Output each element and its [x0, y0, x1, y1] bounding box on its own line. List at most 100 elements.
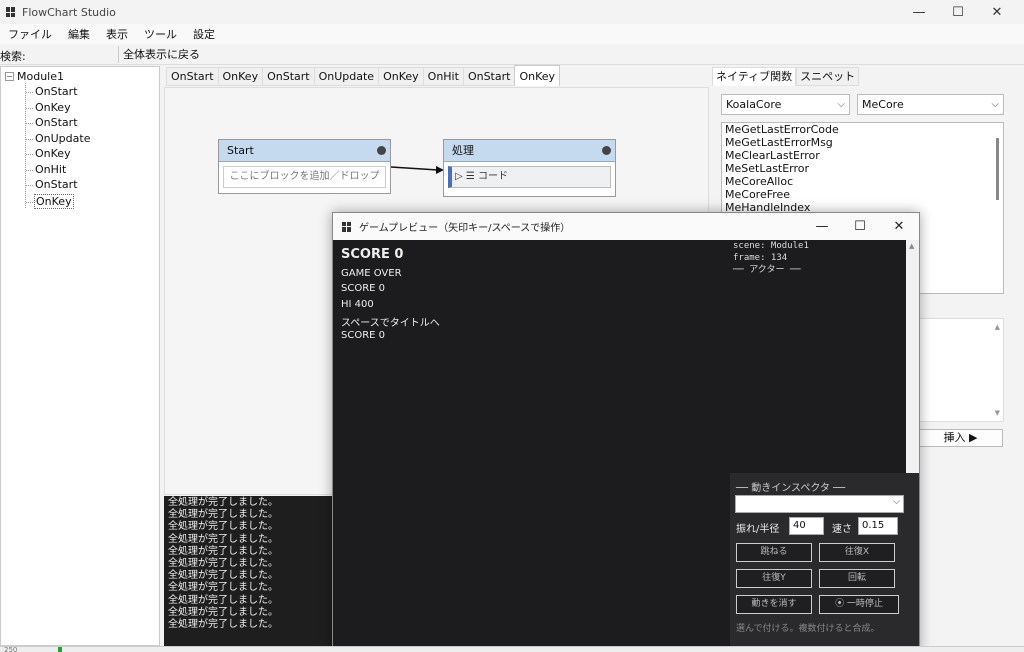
- status-number: 250: [4, 646, 18, 652]
- game-preview-window: ゲームプレビュー（矢印キー/スペースで操作） — ☐ ✕ SCORE 0 GAM…: [332, 212, 920, 652]
- scroll-down-icon[interactable]: ▼: [995, 409, 1000, 417]
- code-block[interactable]: ▷ ☰ コード: [448, 166, 611, 188]
- chevron-down-icon: ⌵: [991, 99, 999, 110]
- game-text: GAME OVER: [341, 268, 402, 279]
- tree-root[interactable]: − Module1: [5, 70, 64, 83]
- debug-line: scene: Module1: [733, 241, 809, 251]
- game-text: SCORE 0: [341, 283, 386, 294]
- function-item[interactable]: MeClearLastError: [722, 149, 1003, 162]
- scroll-up-icon[interactable]: ▲: [909, 242, 914, 250]
- menu-view[interactable]: 表示: [98, 26, 136, 42]
- tree-item[interactable]: OnKey: [26, 101, 71, 114]
- chevron-down-icon: ⌵: [837, 99, 845, 110]
- search-label: 検索:: [0, 50, 26, 63]
- tree-item[interactable]: OnKey: [26, 147, 71, 160]
- tree-item[interactable]: OnStart: [26, 178, 78, 191]
- menu-settings[interactable]: 設定: [185, 26, 223, 42]
- description-box: ▲ ▼: [909, 318, 1004, 422]
- function-item[interactable]: MeGetLastErrorMsg: [722, 136, 1003, 149]
- preview-close-button[interactable]: ✕: [880, 213, 918, 240]
- block-drop-zone[interactable]: ここにブロックを追加／ドロップ: [223, 166, 386, 188]
- tree-item[interactable]: OnStart: [26, 85, 78, 98]
- function-item[interactable]: MeSetLastError: [722, 162, 1003, 175]
- output-line: 全処理が完了しました。: [168, 558, 278, 570]
- output-port-icon[interactable]: [602, 146, 611, 155]
- debug-line: frame: 134: [733, 253, 788, 263]
- minimize-button[interactable]: —: [900, 0, 938, 24]
- tab-onhit[interactable]: OnHit: [422, 67, 463, 86]
- debug-scrollbar[interactable]: ▲: [906, 240, 919, 473]
- amplitude-label: 振れ/半径: [736, 524, 780, 535]
- output-line: 全処理が完了しました。: [168, 570, 278, 582]
- menu-bar: ファイル 編集 表示 ツール 設定: [0, 24, 1024, 44]
- debug-line: ── アクター ──: [733, 265, 801, 275]
- game-screen[interactable]: SCORE 0 GAME OVER SCORE 0 HI 400 スペースでタイ…: [333, 240, 730, 652]
- app-icon: [6, 7, 16, 17]
- insert-button[interactable]: 挿入 ▶: [918, 429, 1003, 447]
- preview-minimize-button[interactable]: —: [803, 213, 841, 240]
- status-bar: 250: [0, 646, 1024, 652]
- tab-onstart[interactable]: OnStart: [462, 67, 515, 86]
- tab-onstart[interactable]: OnStart: [262, 67, 314, 86]
- close-button[interactable]: ✕: [978, 0, 1016, 24]
- event-tabs: OnStart OnKey OnStart OnUpdate OnKey OnH…: [166, 65, 561, 87]
- swing-y-button[interactable]: 往復Y: [736, 569, 812, 588]
- menu-edit[interactable]: 編集: [60, 26, 98, 42]
- output-line: 全処理が完了しました。: [168, 545, 278, 557]
- library-select[interactable]: KoalaCore ⌵: [721, 94, 850, 115]
- motion-inspector: ── 動きインスペクタ ── ⌵ 振れ/半径 40 速さ 0.15 跳ねる 往復…: [730, 473, 919, 652]
- clear-motion-button[interactable]: 動きを消す: [736, 595, 812, 614]
- output-line: 全処理が完了しました。: [168, 509, 278, 521]
- inspector-legend: ── 動きインスペクタ ──: [736, 483, 846, 494]
- function-item[interactable]: MeCoreFree: [722, 188, 1003, 201]
- output-line: 全処理が完了しました。: [168, 521, 278, 533]
- function-item[interactable]: MeCoreAlloc: [722, 175, 1003, 188]
- window-title: FlowChart Studio: [22, 5, 116, 19]
- scrollbar-thumb[interactable]: [996, 138, 999, 200]
- module-select[interactable]: MeCore ⌵: [857, 94, 1004, 115]
- tree-item[interactable]: OnHit: [25, 163, 66, 176]
- tree-item[interactable]: OnUpdate: [25, 132, 90, 145]
- start-node[interactable]: Start ここにブロックを追加／ドロップ: [218, 139, 391, 194]
- bounce-button[interactable]: 跳ねる: [736, 543, 812, 562]
- output-line: 全処理が完了しました。: [168, 582, 278, 594]
- pause-button[interactable]: ⦿ 一時停止: [819, 595, 899, 614]
- output-line: 全処理が完了しました。: [168, 606, 278, 618]
- search-input[interactable]: [28, 46, 112, 63]
- speed-label: 速さ: [832, 524, 852, 535]
- output-port-icon[interactable]: [377, 146, 386, 155]
- tab-onupdate[interactable]: OnUpdate: [313, 67, 379, 86]
- right-tabs: ネイティブ関数 スニペット: [712, 67, 860, 86]
- tab-native-functions[interactable]: ネイティブ関数: [712, 67, 797, 86]
- score-heading: SCORE 0: [341, 247, 404, 262]
- tab-onkey[interactable]: OnKey: [378, 67, 423, 86]
- game-text: スペースでタイトルへ: [341, 318, 440, 329]
- preview-title: ゲームプレビュー（矢印キー/スペースで操作）: [359, 223, 571, 234]
- rotate-button[interactable]: 回転: [819, 569, 895, 588]
- tab-snippets[interactable]: スニペット: [796, 67, 860, 86]
- process-node[interactable]: 処理 ▷ ☰ コード: [443, 139, 616, 197]
- tab-onstart[interactable]: OnStart: [166, 67, 218, 86]
- preview-maximize-button[interactable]: ☐: [841, 213, 879, 240]
- game-text: HI 400: [341, 299, 374, 310]
- scroll-up-icon[interactable]: ▲: [995, 323, 1000, 331]
- tree-root-label: Module1: [17, 70, 64, 83]
- menu-file[interactable]: ファイル: [0, 26, 60, 42]
- swing-x-button[interactable]: 往復X: [819, 543, 895, 562]
- game-text: SCORE 0: [341, 330, 386, 341]
- tree-item[interactable]: OnStart: [26, 116, 78, 129]
- tab-onkey-active[interactable]: OnKey: [514, 65, 561, 86]
- menu-tools[interactable]: ツール: [136, 26, 185, 42]
- collapse-icon[interactable]: −: [5, 72, 14, 81]
- app-icon: [342, 221, 352, 232]
- speed-input[interactable]: 0.15: [858, 517, 898, 535]
- fit-all-button[interactable]: 全体表示に戻る: [118, 46, 204, 63]
- amplitude-input[interactable]: 40: [789, 517, 824, 535]
- function-item[interactable]: MeGetLastErrorCode: [722, 123, 1003, 136]
- maximize-button[interactable]: ☐: [939, 0, 977, 24]
- actor-select[interactable]: ⌵: [735, 495, 904, 513]
- start-node-title: Start: [227, 144, 254, 157]
- inspector-hint: 選んで付ける。複数付けると合成。: [736, 624, 880, 634]
- tab-onkey[interactable]: OnKey: [217, 67, 263, 86]
- tree-item-selected[interactable]: OnKey: [26, 194, 74, 209]
